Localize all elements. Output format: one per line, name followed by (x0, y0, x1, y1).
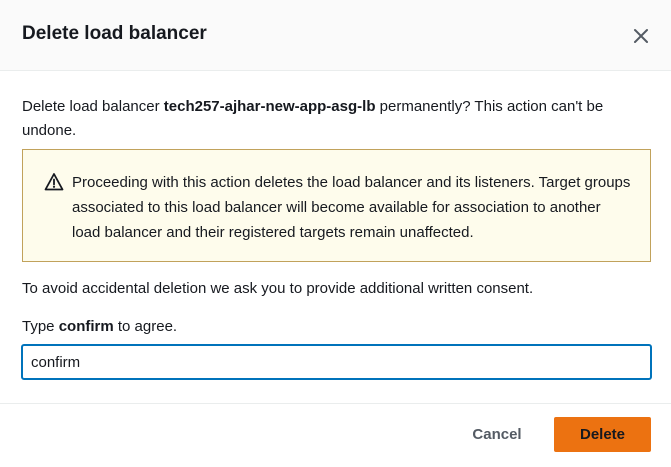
label-prefix: Type (22, 318, 59, 335)
delete-load-balancer-dialog: Delete load balancer Delete load balance… (0, 0, 671, 467)
dialog-title: Delete load balancer (22, 23, 207, 44)
confirm-input[interactable] (21, 344, 652, 380)
close-button[interactable] (626, 21, 656, 51)
warning-alert: Proceeding with this action deletes the … (22, 149, 651, 262)
description-prefix: Delete load balancer (22, 98, 164, 115)
confirm-field-label: Type confirm to agree. (22, 317, 177, 337)
warning-icon (44, 173, 64, 191)
cancel-button[interactable]: Cancel (462, 417, 532, 452)
consent-description: To avoid accidental deletion we ask you … (22, 280, 534, 297)
label-keyword: confirm (58, 318, 114, 335)
delete-description: Delete load balancer tech257-ajhar-new-a… (22, 95, 652, 143)
dialog-header: Delete load balancer (0, 0, 671, 71)
footer-divider (0, 403, 671, 404)
warning-message: Proceeding with this action deletes the … (72, 174, 631, 241)
load-balancer-name: tech257-ajhar-new-app-asg-lb (163, 98, 376, 115)
label-suffix: to agree. (113, 318, 178, 335)
close-icon (634, 29, 648, 43)
delete-button[interactable]: Delete (554, 417, 651, 452)
